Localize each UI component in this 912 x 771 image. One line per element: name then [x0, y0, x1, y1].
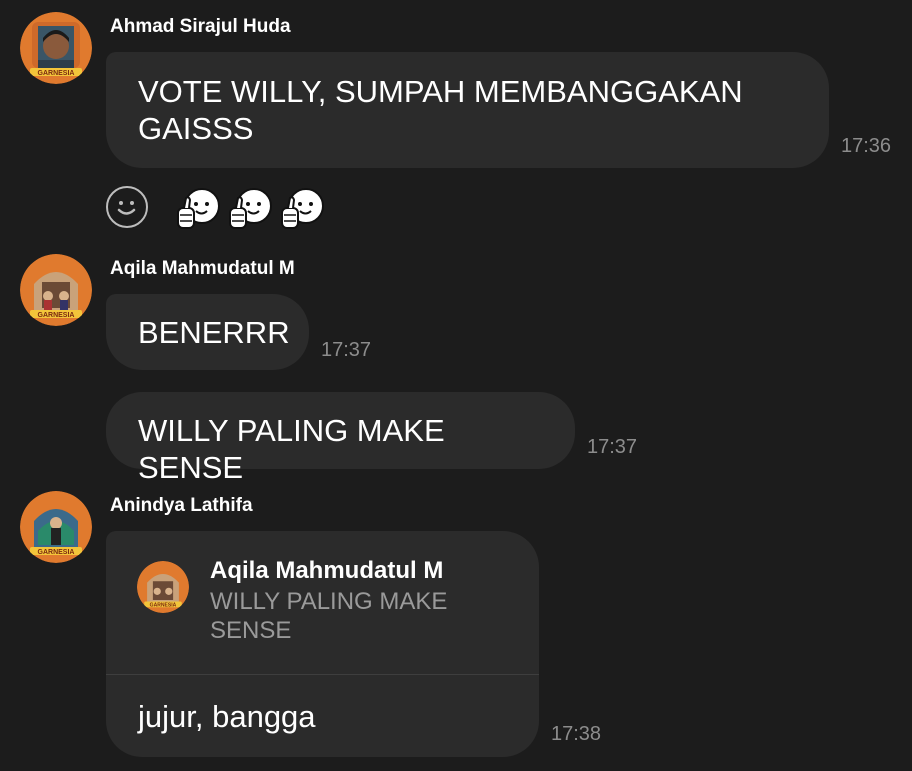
- message-text: WILLY PALING MAKE SENSE: [138, 413, 445, 485]
- avatar-label: GARNESIA: [38, 312, 75, 319]
- avatar-aqila[interactable]: GARNESIA: [20, 254, 92, 326]
- smiley-icon: [117, 201, 136, 215]
- message-time: 17:36: [841, 135, 892, 157]
- message-text: VOTE WILLY, SUMPAH MEMBANGGAKAN GAISSS: [138, 74, 743, 146]
- reply-message-bubble[interactable]: GARNESIA Aqila Mahmudatul M WILLY PALING…: [106, 531, 539, 757]
- message-bubble[interactable]: BENERRR: [106, 294, 309, 370]
- sender-name[interactable]: Anindya Lathifa: [110, 495, 253, 517]
- quoted-sender-name: Aqila Mahmudatul M: [210, 557, 444, 584]
- quoted-message[interactable]: GARNESIA Aqila Mahmudatul M WILLY PALING…: [106, 531, 539, 675]
- avatar-image: GARNESIA: [20, 12, 92, 84]
- avatar-image: GARNESIA: [20, 491, 92, 563]
- message-bubble[interactable]: VOTE WILLY, SUMPAH MEMBANGGAKAN GAISSS: [106, 52, 829, 168]
- sender-name[interactable]: Ahmad Sirajul Huda: [110, 16, 291, 38]
- message-time: 17:37: [587, 436, 638, 458]
- quoted-avatar: GARNESIA: [137, 561, 189, 613]
- avatar-image: GARNESIA: [20, 254, 92, 326]
- message-time: 17:37: [321, 339, 372, 361]
- message-bubble[interactable]: WILLY PALING MAKE SENSE: [106, 392, 575, 485]
- message-text: BENERRR: [138, 315, 290, 350]
- avatar-label: GARNESIA: [38, 70, 75, 77]
- quoted-text: WILLY PALING MAKE SENSE: [210, 588, 448, 644]
- avatar-label: GARNESIA: [38, 549, 75, 556]
- sender-name[interactable]: Aqila Mahmudatul M: [110, 258, 295, 280]
- message-text: jujur, bangga: [138, 699, 316, 734]
- thumbs-up-sticker[interactable]: [228, 186, 274, 232]
- avatar-anindya[interactable]: GARNESIA: [20, 491, 92, 563]
- chat-view: GARNESIA Ahmad Sirajul Huda VOTE WILLY, …: [0, 0, 912, 771]
- thumbs-up-sticker[interactable]: [280, 186, 326, 232]
- add-reaction-button[interactable]: [106, 186, 148, 228]
- message-time: 17:38: [551, 723, 602, 745]
- thumbs-up-sticker[interactable]: [176, 186, 222, 232]
- avatar-ahmad[interactable]: GARNESIA: [20, 12, 92, 84]
- avatar-label: GARNESIA: [150, 603, 177, 609]
